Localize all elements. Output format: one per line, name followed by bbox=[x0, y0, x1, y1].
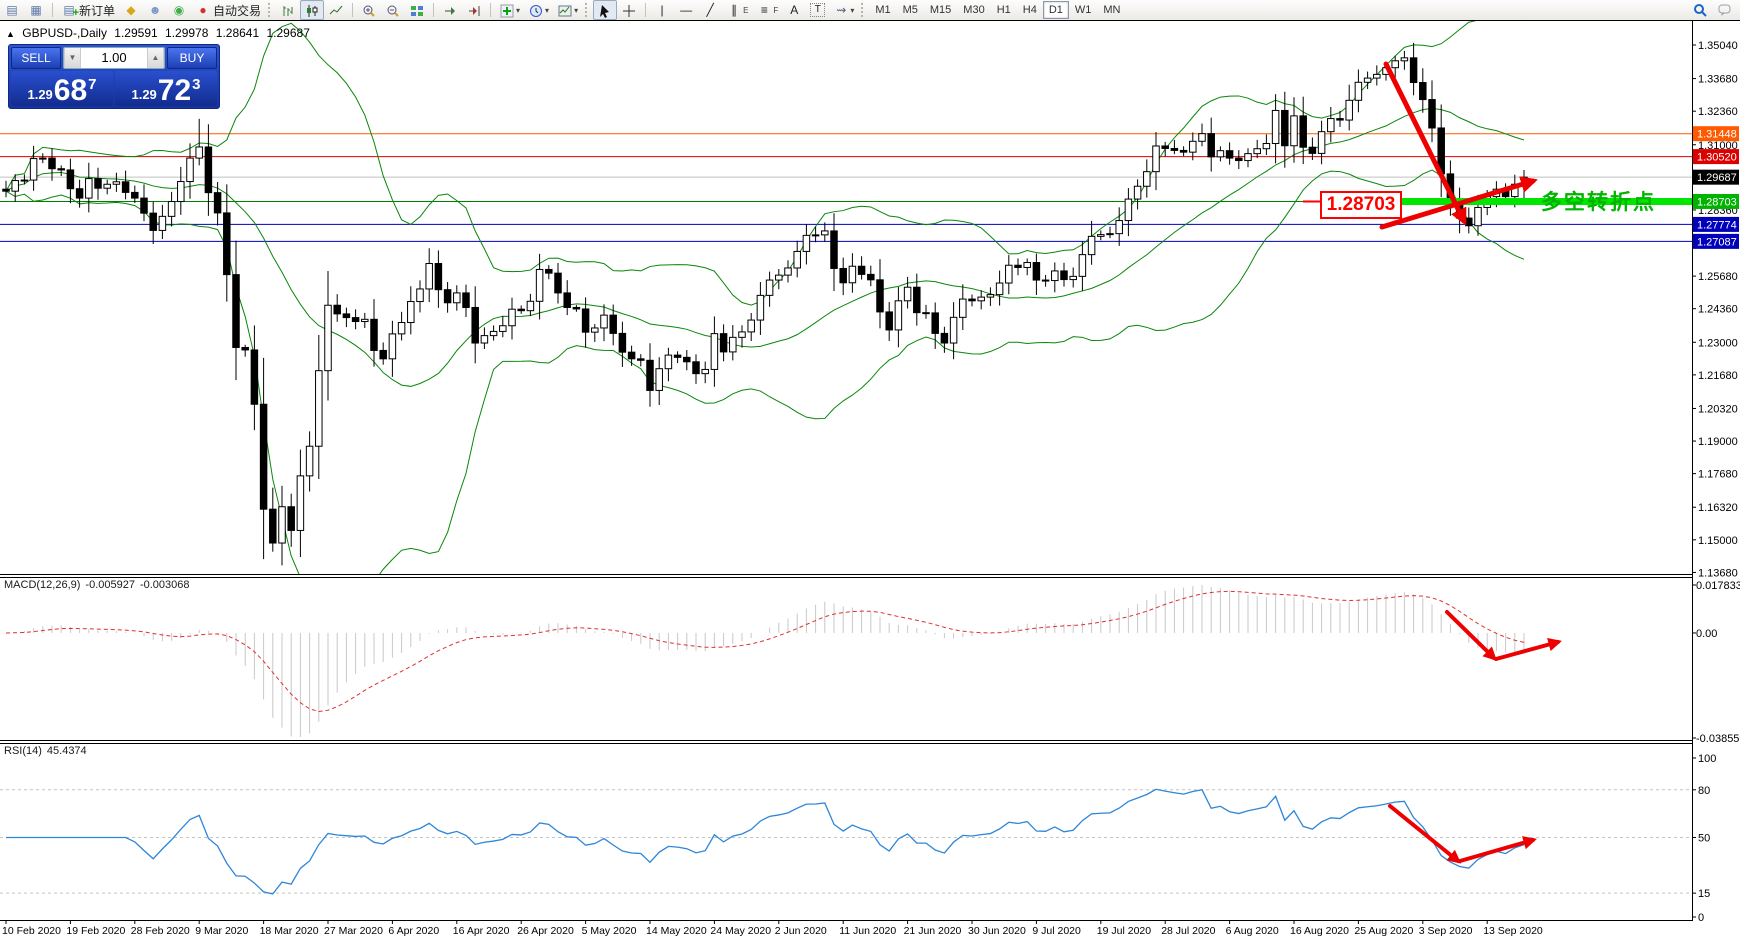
svg-text:14 May 2020: 14 May 2020 bbox=[646, 925, 707, 937]
chart-ohlc-title: ▲ GBPUSD-,Daily 1.29591 1.29978 1.28641 … bbox=[6, 26, 314, 40]
svg-text:1.25680: 1.25680 bbox=[1698, 271, 1738, 283]
buy-price-prefix: 1.29 bbox=[131, 87, 156, 102]
svg-text:19 Jul 2020: 19 Jul 2020 bbox=[1097, 925, 1151, 937]
volume-value[interactable]: 1.00 bbox=[81, 48, 147, 68]
svg-text:16 Aug 2020: 16 Aug 2020 bbox=[1290, 925, 1349, 937]
buy-price-display[interactable]: 1.29723 bbox=[115, 71, 217, 106]
svg-text:0.00: 0.00 bbox=[1696, 628, 1717, 640]
svg-text:1.15000: 1.15000 bbox=[1698, 535, 1738, 547]
svg-text:1.24360: 1.24360 bbox=[1698, 304, 1738, 316]
macd-indicator-label: MACD(12,26,9) -0.005927 -0.003068 bbox=[4, 579, 195, 591]
svg-text:1.21680: 1.21680 bbox=[1698, 370, 1738, 382]
macd-name: MACD(12,26,9) bbox=[4, 579, 80, 591]
svg-text:1.27087: 1.27087 bbox=[1697, 236, 1737, 248]
sell-price-big-digits: 68 bbox=[54, 77, 87, 105]
svg-text:28 Jul 2020: 28 Jul 2020 bbox=[1161, 925, 1215, 937]
price-axis: 1.350401.336801.323601.310001.296401.283… bbox=[1693, 20, 1740, 924]
svg-text:1.31448: 1.31448 bbox=[1697, 129, 1737, 141]
svg-text:25 Aug 2020: 25 Aug 2020 bbox=[1354, 925, 1413, 937]
rsi-value: 45.4374 bbox=[47, 745, 87, 757]
rsi-name: RSI(14) bbox=[4, 745, 42, 757]
svg-text:1.27774: 1.27774 bbox=[1697, 219, 1737, 231]
svg-text:6 Apr 2020: 6 Apr 2020 bbox=[388, 925, 439, 937]
support-price-annotation[interactable]: 1.28703 bbox=[1320, 191, 1402, 219]
svg-text:1.20320: 1.20320 bbox=[1698, 403, 1738, 415]
svg-text:19 Feb 2020: 19 Feb 2020 bbox=[66, 925, 125, 937]
svg-text:3 Sep 2020: 3 Sep 2020 bbox=[1419, 925, 1473, 937]
svg-text:13 Sep 2020: 13 Sep 2020 bbox=[1483, 925, 1543, 937]
macd-main-value: -0.005927 bbox=[85, 579, 135, 591]
rsi-indicator-label: RSI(14) 45.4374 bbox=[4, 745, 92, 757]
svg-text:30 Jun 2020: 30 Jun 2020 bbox=[968, 925, 1026, 937]
svg-text:5 May 2020: 5 May 2020 bbox=[582, 925, 637, 937]
turning-point-annotation[interactable]: 多空转折点 bbox=[1541, 186, 1656, 216]
buy-button[interactable]: BUY bbox=[167, 47, 217, 69]
svg-text:24 May 2020: 24 May 2020 bbox=[710, 925, 771, 937]
svg-text:1.30520: 1.30520 bbox=[1697, 152, 1737, 164]
svg-text:1.29687: 1.29687 bbox=[1697, 172, 1737, 184]
volume-stepper: ▼ 1.00 ▲ bbox=[63, 47, 165, 69]
chart-symbol-period: GBPUSD-,Daily bbox=[22, 26, 107, 40]
svg-text:1.32360: 1.32360 bbox=[1698, 106, 1738, 118]
svg-text:50: 50 bbox=[1698, 833, 1710, 845]
svg-text:1.28703: 1.28703 bbox=[1697, 196, 1737, 208]
svg-text:26 Apr 2020: 26 Apr 2020 bbox=[517, 925, 574, 937]
svg-text:2 Jun 2020: 2 Jun 2020 bbox=[775, 925, 827, 937]
svg-text:15: 15 bbox=[1698, 888, 1710, 900]
svg-text:1.19000: 1.19000 bbox=[1698, 436, 1738, 448]
svg-text:80: 80 bbox=[1698, 785, 1710, 797]
svg-text:0.017833: 0.017833 bbox=[1696, 580, 1740, 592]
svg-text:1.33680: 1.33680 bbox=[1698, 74, 1738, 86]
svg-text:10 Feb 2020: 10 Feb 2020 bbox=[2, 925, 61, 937]
svg-text:27 Mar 2020: 27 Mar 2020 bbox=[324, 925, 383, 937]
collapse-triangle-icon[interactable]: ▲ bbox=[6, 29, 15, 39]
svg-text:11 Jun 2020: 11 Jun 2020 bbox=[839, 925, 896, 937]
volume-increase-button[interactable]: ▲ bbox=[147, 48, 164, 68]
sell-price-prefix: 1.29 bbox=[27, 87, 52, 102]
svg-text:9 Mar 2020: 9 Mar 2020 bbox=[195, 925, 248, 937]
svg-text:18 Mar 2020: 18 Mar 2020 bbox=[260, 925, 319, 937]
buy-price-big-digits: 72 bbox=[158, 77, 191, 105]
macd-signal-value: -0.003068 bbox=[140, 579, 190, 591]
svg-text:1.35040: 1.35040 bbox=[1698, 40, 1738, 52]
svg-text:0: 0 bbox=[1698, 912, 1704, 924]
svg-text:6 Aug 2020: 6 Aug 2020 bbox=[1226, 925, 1279, 937]
sell-button[interactable]: SELL bbox=[11, 47, 61, 69]
svg-text:28 Feb 2020: 28 Feb 2020 bbox=[131, 925, 190, 937]
svg-text:1.16320: 1.16320 bbox=[1698, 502, 1738, 514]
buy-price-pip-digit: 3 bbox=[192, 76, 200, 93]
svg-text:9 Jul 2020: 9 Jul 2020 bbox=[1032, 925, 1081, 937]
chart-canvas[interactable]: 1.350401.336801.323601.310001.296401.283… bbox=[0, 0, 1740, 940]
svg-text:16 Apr 2020: 16 Apr 2020 bbox=[453, 925, 510, 937]
svg-text:1.23000: 1.23000 bbox=[1698, 337, 1738, 349]
sell-price-pip-digit: 7 bbox=[88, 76, 96, 93]
one-click-trading-panel: SELL ▼ 1.00 ▲ BUY 1.29687 1.29723 bbox=[8, 44, 220, 109]
svg-text:-0.038559: -0.038559 bbox=[1696, 733, 1740, 745]
bar-high-value: 1.29978 bbox=[165, 26, 208, 40]
svg-text:1.17680: 1.17680 bbox=[1698, 469, 1738, 481]
bar-low-value: 1.28641 bbox=[216, 26, 259, 40]
sell-price-display[interactable]: 1.29687 bbox=[11, 71, 113, 106]
volume-decrease-button[interactable]: ▼ bbox=[64, 48, 81, 68]
svg-text:21 Jun 2020: 21 Jun 2020 bbox=[904, 925, 962, 937]
bar-close-value: 1.29687 bbox=[267, 26, 310, 40]
svg-text:1.13680: 1.13680 bbox=[1698, 567, 1738, 579]
bar-open-value: 1.29591 bbox=[114, 26, 157, 40]
svg-text:100: 100 bbox=[1698, 753, 1716, 765]
mt4-terminal-window: { "toolbar": { "new_order": "新订单", "auto… bbox=[0, 0, 1740, 940]
